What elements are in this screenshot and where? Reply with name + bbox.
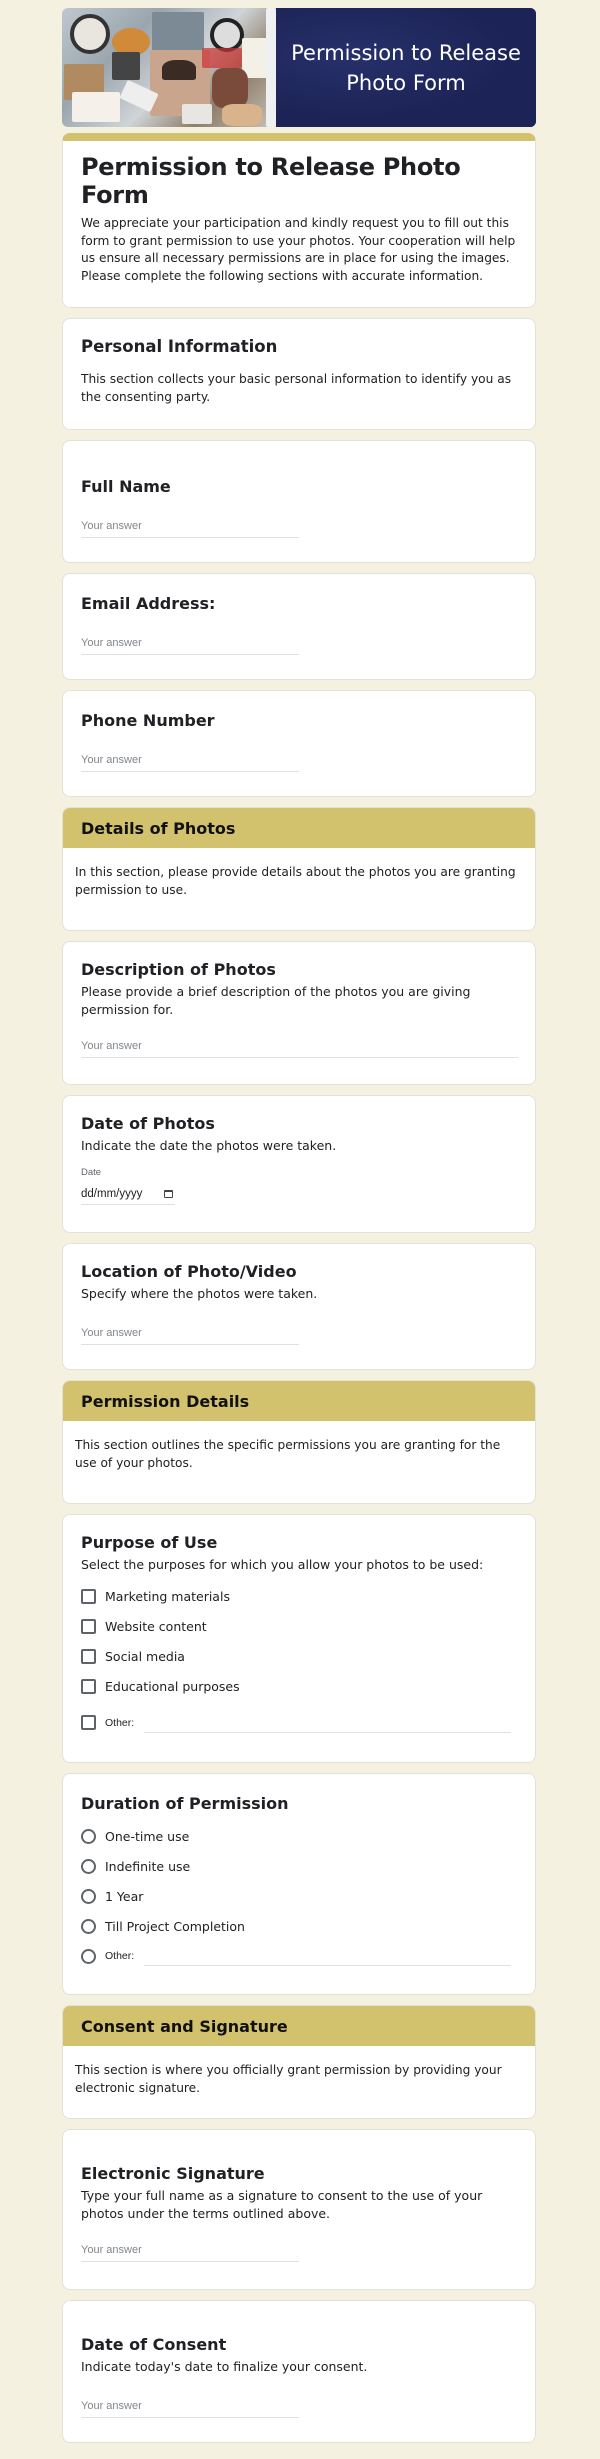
purpose-other-input[interactable] [144, 1718, 511, 1733]
question-description: Select the purposes for which you allow … [81, 1557, 484, 1572]
option-label: Till Project Completion [105, 1918, 245, 1934]
checkbox[interactable] [81, 1679, 96, 1694]
question-location: Location of Photo/Video Specify where th… [62, 1243, 536, 1370]
purpose-option[interactable]: Educational purposes [81, 1672, 517, 1702]
banner-photo-collage [62, 8, 276, 127]
date-label: Date [81, 1166, 102, 1178]
full-name-input[interactable] [81, 520, 299, 538]
question-description: Specify where the photos were taken. [81, 1286, 318, 1301]
question-email: Email Address: [62, 573, 536, 680]
banner-title: Permission to Release Photo Form [276, 8, 536, 127]
section-header: Details of Photos [63, 808, 535, 848]
question-full-name: Full Name [62, 440, 536, 563]
section-consent-and-signature: Consent and Signature This section is wh… [62, 2005, 536, 2119]
duration-options: One-time use Indefinite use 1 Year Till … [81, 1821, 517, 1971]
purpose-option-other[interactable]: Other: [81, 1708, 517, 1738]
electronic-signature-input[interactable] [81, 2244, 299, 2262]
form-container: Permission to Release Photo Form Permiss… [62, 8, 536, 2443]
date-of-consent-input[interactable] [81, 2399, 299, 2418]
checkbox[interactable] [81, 1589, 96, 1604]
question-date-of-consent: Date of Consent Indicate today's date to… [62, 2300, 536, 2443]
location-input[interactable] [81, 1326, 299, 1345]
question-title: Date of Photos [81, 1114, 215, 1133]
question-title: Email Address: [81, 594, 216, 613]
radio-button[interactable] [81, 1888, 96, 1904]
question-phone-number: Phone Number [62, 690, 536, 797]
question-purpose-of-use: Purpose of Use Select the purposes for w… [62, 1514, 536, 1763]
option-label: Educational purposes [105, 1679, 240, 1694]
checkbox[interactable] [81, 1649, 96, 1664]
section-details-of-photos: Details of Photos In this section, pleas… [62, 807, 536, 931]
other-label: Other: [105, 1716, 135, 1729]
date-of-photos-input[interactable]: dd/mm/yyyy [81, 1188, 175, 1205]
option-label: Indefinite use [105, 1858, 191, 1874]
duration-option[interactable]: One-time use [81, 1821, 517, 1851]
duration-option-other[interactable]: Other: [81, 1941, 517, 1971]
question-description: Type your full name as a signature to co… [81, 2188, 483, 2221]
option-label: Marketing materials [105, 1589, 230, 1604]
radio-button[interactable] [81, 1948, 96, 1964]
option-label: One-time use [105, 1828, 190, 1844]
radio-button[interactable] [81, 1828, 96, 1844]
section-permission-details: Permission Details This section outlines… [62, 1380, 536, 1504]
header-banner: Permission to Release Photo Form [62, 8, 536, 127]
option-label: Social media [105, 1649, 185, 1664]
question-title: Purpose of Use [81, 1533, 218, 1552]
form-intro-card: Permission to Release Photo Form We appr… [62, 133, 536, 308]
other-label: Other: [105, 1950, 135, 1962]
description-of-photos-input[interactable] [81, 1040, 518, 1058]
section-personal-information: Personal Information This section collec… [62, 318, 536, 430]
question-description: Please provide a brief description of th… [81, 984, 471, 1017]
question-title: Description of Photos [81, 960, 276, 979]
duration-option[interactable]: Indefinite use [81, 1851, 517, 1881]
question-title: Electronic Signature [81, 2164, 265, 2183]
section-description: This section collects your basic persona… [81, 372, 512, 404]
section-description: This section is where you officially gra… [75, 2063, 502, 2095]
question-description: Indicate today's date to finalize your c… [81, 2359, 368, 2374]
question-electronic-signature: Electronic Signature Type your full name… [62, 2129, 536, 2290]
form-description: We appreciate your participation and kin… [81, 216, 516, 283]
question-title: Full Name [81, 477, 171, 496]
section-description: This section outlines the specific permi… [75, 1438, 501, 1470]
checkbox[interactable] [81, 1619, 96, 1634]
phone-number-input[interactable] [81, 754, 299, 772]
radio-button[interactable] [81, 1858, 96, 1874]
question-title: Duration of Permission [81, 1794, 289, 1813]
duration-option[interactable]: 1 Year [81, 1881, 517, 1911]
duration-other-input[interactable] [144, 1952, 511, 1966]
question-duration-of-permission: Duration of Permission One-time use Inde… [62, 1773, 536, 1995]
date-placeholder: dd/mm/yyyy [81, 1187, 143, 1200]
purpose-options: Marketing materials Website content Soci… [81, 1582, 517, 1738]
question-date-of-photos: Date of Photos Indicate the date the pho… [62, 1095, 536, 1233]
section-header: Consent and Signature [63, 2006, 535, 2046]
section-title: Personal Information [81, 337, 278, 356]
duration-option[interactable]: Till Project Completion [81, 1911, 517, 1941]
question-description-of-photos: Description of Photos Please provide a b… [62, 941, 536, 1085]
purpose-option[interactable]: Website content [81, 1612, 517, 1642]
question-title: Location of Photo/Video [81, 1262, 297, 1281]
section-description: In this section, please provide details … [75, 865, 516, 897]
option-label: Website content [105, 1619, 207, 1634]
purpose-option[interactable]: Marketing materials [81, 1582, 517, 1612]
calendar-icon[interactable] [164, 1189, 173, 1198]
question-title: Date of Consent [81, 2335, 227, 2354]
checkbox[interactable] [81, 1715, 96, 1730]
email-input[interactable] [81, 637, 299, 655]
question-title: Phone Number [81, 711, 215, 730]
radio-button[interactable] [81, 1918, 96, 1934]
option-label: 1 Year [105, 1888, 144, 1904]
purpose-option[interactable]: Social media [81, 1642, 517, 1672]
form-title: Permission to Release Photo Form [81, 153, 461, 209]
section-header: Permission Details [63, 1381, 535, 1421]
question-description: Indicate the date the photos were taken. [81, 1138, 337, 1153]
